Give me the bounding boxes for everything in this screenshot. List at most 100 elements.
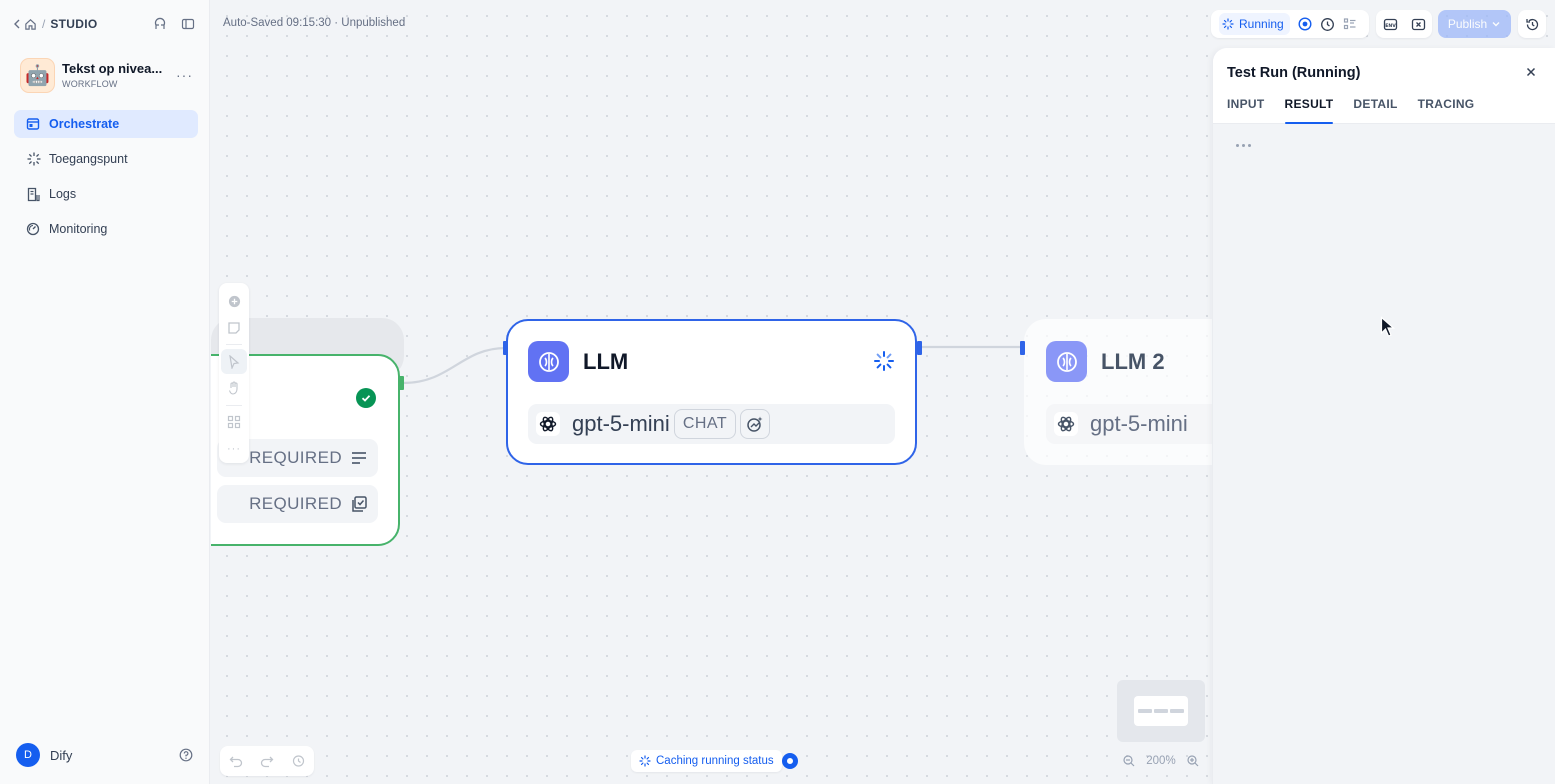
undo-icon[interactable] (229, 754, 243, 768)
sidebar: / STUDIO 🤖 Tekst op nivea... WORKFLOW ··… (0, 0, 210, 784)
avatar[interactable]: D (16, 743, 40, 767)
record-indicator-icon[interactable] (782, 753, 798, 769)
model-selector[interactable]: gpt-5-mini CHAT (528, 404, 895, 444)
history-small-icon[interactable] (291, 754, 305, 768)
robot-icon: 🤖 (20, 57, 55, 93)
llm-node[interactable]: LLM gpt-5-mini CHAT (506, 319, 917, 465)
publish-label: Publish (1447, 17, 1488, 31)
minimap[interactable] (1117, 680, 1205, 742)
pointer-icon[interactable] (221, 349, 247, 375)
app-name: Tekst op nivea... (62, 61, 163, 76)
vision-feature-icon (740, 409, 771, 439)
help-icon[interactable] (179, 748, 193, 762)
sidebar-item-label: Monitoring (49, 222, 108, 236)
env-variables-icon[interactable]: ENV (1383, 17, 1398, 32)
run-history-icon[interactable] (1320, 17, 1335, 32)
sidebar-item-label: Logs (49, 187, 77, 201)
run-toolbar: Running (1211, 10, 1369, 38)
loading-dots-icon (1236, 144, 1251, 147)
cache-status-pill: Caching running status (631, 750, 782, 772)
publish-button[interactable]: Publish (1438, 10, 1511, 38)
chevron-left-icon[interactable] (12, 18, 22, 30)
version-history-button[interactable] (1518, 10, 1546, 38)
organize-blocks-icon[interactable] (221, 410, 247, 435)
start-output-handle[interactable] (399, 376, 404, 390)
sidebar-nav: Orchestrate Toegangspunt Logs Monitoring (14, 110, 198, 250)
llm-brain-icon (528, 341, 569, 382)
chevron-down-icon (1491, 19, 1501, 29)
llm-input-handle[interactable] (503, 341, 508, 355)
hand-icon[interactable] (221, 376, 247, 401)
undo-redo-bar (220, 746, 314, 776)
sync-icon[interactable] (153, 17, 167, 31)
file-select-icon (350, 495, 368, 513)
required-label: REQUIRED (249, 448, 342, 467)
sidebar-item-label: Toegangspunt (49, 152, 128, 166)
sidebar-item-label: Orchestrate (49, 117, 120, 131)
close-icon[interactable] (1525, 66, 1537, 78)
zoom-controls: 200% (1117, 748, 1205, 774)
spinner-icon (639, 755, 651, 767)
llm-brain-icon (1046, 341, 1087, 382)
checklist-icon[interactable] (1343, 17, 1357, 31)
sidebar-item-logs[interactable]: Logs (14, 180, 198, 208)
text-lines-icon (350, 450, 368, 466)
model-mode-badge: CHAT (673, 409, 737, 439)
breadcrumb-studio[interactable]: STUDIO (50, 17, 97, 31)
tab-tracing[interactable]: TRACING (1418, 97, 1475, 124)
start-variable-row: REQUIRED (217, 485, 378, 523)
zoom-in-icon[interactable] (1187, 755, 1199, 767)
layout-toggle-icon[interactable] (181, 17, 195, 31)
stop-run-icon[interactable] (1298, 17, 1312, 31)
running-spinner-icon (873, 350, 895, 372)
required-label: REQUIRED (249, 494, 342, 513)
success-check-icon (356, 388, 376, 408)
user-account[interactable]: D Dify (16, 742, 193, 768)
conversation-variables-icon[interactable] (1411, 17, 1426, 32)
sidebar-item-orchestrate[interactable]: Orchestrate (14, 110, 198, 138)
breadcrumb-separator: / (42, 17, 46, 31)
spinner-icon (1222, 18, 1234, 30)
divider (226, 344, 242, 346)
llm2-node-title: LLM 2 (1101, 348, 1165, 374)
model-name: gpt-5-mini (572, 411, 670, 436)
cache-status-text: Caching running status (656, 755, 774, 767)
logs-icon (26, 187, 42, 202)
access-point-icon (26, 151, 42, 167)
user-name: Dify (50, 747, 73, 763)
add-node-icon[interactable] (221, 289, 247, 314)
app-type: WORKFLOW (62, 79, 118, 89)
breadcrumb: / STUDIO (12, 14, 195, 34)
divider (226, 404, 242, 406)
panel-title: Test Run (Running) (1227, 65, 1361, 81)
home-icon[interactable] (24, 18, 37, 31)
variables-toolbar: ENV (1376, 10, 1432, 38)
tab-input[interactable]: INPUT (1227, 97, 1265, 124)
history-icon (1525, 17, 1540, 32)
run-status-button[interactable]: Running (1219, 13, 1290, 35)
monitoring-icon (26, 222, 42, 236)
panel-tabs: INPUT RESULT DETAIL TRACING (1227, 97, 1474, 124)
openai-icon (1054, 412, 1078, 436)
app-card[interactable]: 🤖 Tekst op nivea... WORKFLOW ··· (20, 56, 193, 94)
tab-result[interactable]: RESULT (1284, 97, 1334, 124)
test-run-panel: Test Run (Running) INPUT RESULT DETAIL T… (1212, 48, 1555, 784)
llm-node-title: LLM (583, 348, 629, 374)
canvas-toolbar: ··· (219, 283, 249, 463)
openai-icon (536, 412, 560, 436)
zoom-out-icon[interactable] (1123, 755, 1135, 767)
workflow-icon (26, 117, 42, 131)
llm-output-handle[interactable] (917, 341, 922, 355)
zoom-level[interactable]: 200% (1146, 755, 1175, 767)
more-icon[interactable]: ··· (176, 67, 193, 83)
sidebar-item-toegangspunt[interactable]: Toegangspunt (14, 145, 198, 173)
mouse-cursor-icon (1380, 316, 1396, 338)
model-name: gpt-5-mini (1090, 411, 1188, 436)
redo-icon[interactable] (260, 754, 274, 768)
add-note-icon[interactable] (221, 316, 247, 341)
sidebar-item-monitoring[interactable]: Monitoring (14, 215, 198, 243)
more-options-icon[interactable]: ··· (221, 436, 247, 461)
run-status-label: Running (1239, 17, 1284, 31)
tab-detail[interactable]: DETAIL (1353, 97, 1397, 124)
llm2-input-handle[interactable] (1020, 341, 1025, 355)
